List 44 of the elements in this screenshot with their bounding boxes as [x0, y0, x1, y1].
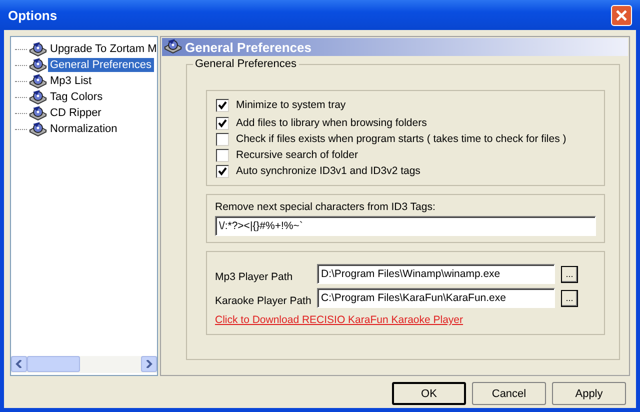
- panel-title: General Preferences: [185, 40, 312, 54]
- disc-book-icon: [29, 89, 47, 105]
- scroll-thumb[interactable]: [27, 356, 80, 372]
- disc-book-icon: [29, 73, 47, 89]
- close-icon: [615, 8, 628, 22]
- scroll-right-button[interactable]: [141, 356, 157, 372]
- checkbox-label: Minimize to system tray: [236, 99, 346, 111]
- tree-item[interactable]: Tag Colors: [48, 90, 105, 104]
- dialog-button[interactable]: Apply: [552, 382, 626, 405]
- checkbox-label: Add files to library when browsing folders: [236, 117, 427, 129]
- browse-button[interactable]: ...: [561, 266, 578, 282]
- checkbox-label: Check if files exists when program starts ( takes time to check for files ): [236, 133, 566, 145]
- group-title: General Preferences: [193, 58, 298, 70]
- checkbox-label: Recursive search of folder: [236, 149, 358, 161]
- path-label: Mp3 Player Path: [215, 270, 294, 283]
- checkbox-label: Auto synchronize ID3v1 and ID3v2 tags: [236, 165, 420, 177]
- characters-label: Remove next special characters from ID3 Tags:: [215, 201, 436, 213]
- path-field[interactable]: D:\Program Files\Winamp\winamp.exe: [317, 264, 555, 284]
- disc-book-icon: [29, 41, 47, 57]
- tree-item[interactable]: Upgrade To Zortam M: [48, 42, 157, 56]
- close-button[interactable]: [611, 4, 632, 26]
- characters-field[interactable]: \/:*?><|{}#%+!%~`: [215, 216, 596, 236]
- dialog-button[interactable]: OK: [392, 382, 466, 405]
- disc-book-icon: [29, 105, 47, 121]
- checkbox[interactable]: [216, 116, 229, 130]
- tree-item[interactable]: Normalization: [48, 122, 120, 136]
- tree-item[interactable]: Mp3 List: [48, 74, 94, 88]
- path-label: Karaoke Player Path: [215, 294, 312, 307]
- checkbox[interactable]: [216, 98, 229, 112]
- checkbox[interactable]: [216, 148, 229, 162]
- disc-book-icon: [29, 57, 47, 73]
- browse-button[interactable]: ...: [561, 290, 578, 306]
- disc-book-icon: [164, 38, 182, 54]
- download-link[interactable]: Click to Download RECISIO KaraFun Karaoke Player: [215, 314, 596, 326]
- disc-book-icon: [29, 121, 47, 137]
- scroll-left-button[interactable]: [11, 356, 27, 372]
- tree-item[interactable]: CD Ripper: [48, 106, 104, 120]
- horizontal-scrollbar[interactable]: [11, 356, 157, 373]
- checkbox[interactable]: [216, 132, 229, 146]
- dialog-button[interactable]: Cancel: [472, 382, 546, 405]
- window-title: Options: [8, 8, 58, 22]
- path-field[interactable]: C:\Program Files\KaraFun\KaraFun.exe: [317, 288, 555, 308]
- tree-item[interactable]: General Preferences: [48, 58, 154, 72]
- checkbox[interactable]: [216, 164, 229, 178]
